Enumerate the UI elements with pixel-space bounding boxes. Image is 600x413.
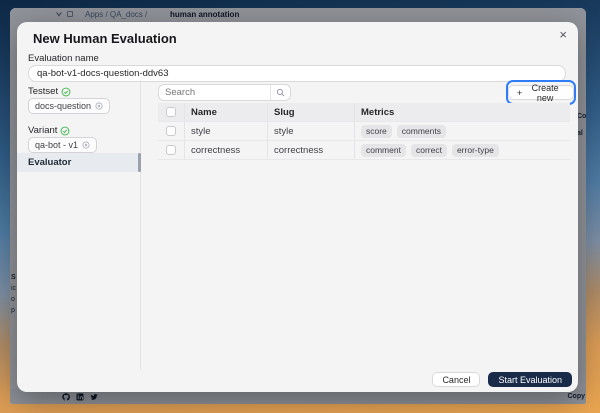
create-new-focus-ring: + Create new [506,80,576,105]
select-all-checkbox[interactable] [166,107,176,117]
variant-tag[interactable]: qa-bot - v1 [28,137,97,153]
col-header-name: Name [185,103,268,121]
row-name: style [185,122,268,140]
variant-label: Variant [28,125,70,136]
cancel-button[interactable]: Cancel [432,372,480,387]
search-icon [276,88,285,97]
row-slug: style [268,122,355,140]
modal-title: New Human Evaluation [33,31,177,46]
testset-tag[interactable]: docs-question [28,98,110,114]
metric-badge: error-type [452,144,499,157]
search-input[interactable] [159,85,270,100]
row-name: correctness [185,141,268,159]
metric-badge: score [361,125,392,138]
col-header-slug: Slug [268,103,355,121]
modal-footer: Cancel Start Evaluation [432,372,572,387]
row-checkbox[interactable] [166,126,176,136]
evaluation-name-label: Evaluation name [28,53,99,64]
metric-badge: correct [411,144,447,157]
evaluator-table: Name Slug Metrics style style score comme… [158,103,570,160]
tag-close-icon[interactable] [82,141,90,149]
row-metrics: score comments [355,122,570,140]
check-circle-icon [61,87,71,97]
table-row[interactable]: style style score comments [158,122,570,141]
scrollbar-thumb[interactable] [138,153,141,172]
table-header-row: Name Slug Metrics [158,103,570,122]
row-checkbox[interactable] [166,145,176,155]
row-metrics: comment correct error-type [355,141,570,159]
table-row[interactable]: correctness correctness comment correct er… [158,141,570,160]
metric-badge: comment [361,144,406,157]
search-box [158,84,291,101]
col-header-metrics: Metrics [355,103,570,121]
search-button[interactable] [270,85,290,100]
start-evaluation-button[interactable]: Start Evaluation [488,372,572,387]
close-icon[interactable]: × [559,28,567,41]
check-circle-icon [60,126,70,136]
plus-icon: + [517,88,522,98]
create-new-button[interactable]: + Create new [508,85,574,100]
tag-close-icon[interactable] [95,102,103,110]
evaluator-table-body: style style score comments correctness co… [158,122,570,160]
new-human-evaluation-modal: New Human Evaluation × Evaluation name T… [17,22,578,392]
testset-label: Testset [28,86,71,97]
sidebar-divider [140,80,141,370]
metric-badge: comments [397,125,446,138]
evaluation-name-input[interactable] [28,65,566,82]
row-slug: correctness [268,141,355,159]
sidebar-item-evaluator[interactable]: Evaluator [17,153,140,172]
desktop: Apps / QA_docs / human annotation S ic o… [0,0,600,413]
